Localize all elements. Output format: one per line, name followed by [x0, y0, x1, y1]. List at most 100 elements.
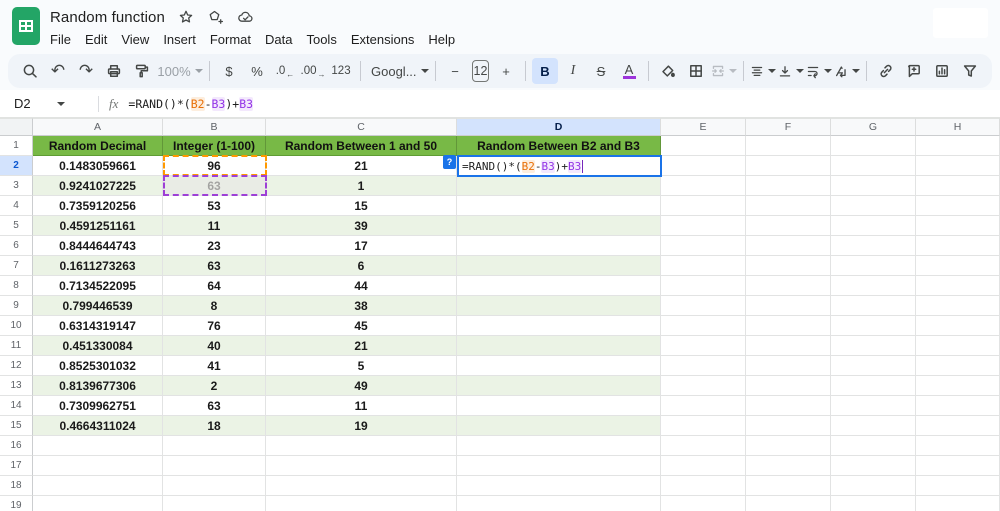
cell-E10[interactable]: [661, 316, 746, 336]
cell-F13[interactable]: [746, 376, 831, 396]
increase-font-icon[interactable]: +: [493, 58, 519, 84]
bold-icon[interactable]: B: [532, 58, 558, 84]
menu-file[interactable]: File: [43, 30, 78, 49]
cell-H13[interactable]: [916, 376, 1000, 396]
text-rotation-icon[interactable]: [834, 58, 860, 84]
insert-chart-icon[interactable]: [929, 58, 955, 84]
name-box[interactable]: D2: [0, 96, 90, 111]
cell-A4[interactable]: 0.7359120256: [33, 196, 163, 216]
cell-G13[interactable]: [831, 376, 916, 396]
cell-B13[interactable]: 2: [163, 376, 266, 396]
column-header-B[interactable]: B: [163, 118, 266, 136]
cell-B15[interactable]: 18: [163, 416, 266, 436]
cell-F10[interactable]: [746, 316, 831, 336]
cell-C17[interactable]: [266, 456, 457, 476]
cell-editor-D2[interactable]: =RAND()*(B2-B3)+B3: [457, 155, 662, 177]
cell-H12[interactable]: [916, 356, 1000, 376]
cell-C12[interactable]: 5: [266, 356, 457, 376]
filter-icon[interactable]: [957, 58, 983, 84]
cell-H3[interactable]: [916, 176, 1000, 196]
cell-C18[interactable]: [266, 476, 457, 496]
cell-E5[interactable]: [661, 216, 746, 236]
cell-H4[interactable]: [916, 196, 1000, 216]
cell-E2[interactable]: [661, 156, 746, 176]
cell-G17[interactable]: [831, 456, 916, 476]
paint-format-icon[interactable]: [129, 58, 155, 84]
cell-A7[interactable]: 0.1611273263: [33, 256, 163, 276]
cell-H10[interactable]: [916, 316, 1000, 336]
cell-E17[interactable]: [661, 456, 746, 476]
cell-A12[interactable]: 0.8525301032: [33, 356, 163, 376]
cell-F19[interactable]: [746, 496, 831, 511]
cell-G18[interactable]: [831, 476, 916, 496]
row-header-3[interactable]: 3: [0, 176, 33, 196]
cell-A1[interactable]: Random Decimal: [33, 136, 163, 156]
row-header-17[interactable]: 17: [0, 456, 33, 476]
star-icon[interactable]: [178, 9, 194, 25]
cell-F1[interactable]: [746, 136, 831, 156]
cell-H5[interactable]: [916, 216, 1000, 236]
cell-A3[interactable]: 0.9241027225: [33, 176, 163, 196]
cell-C6[interactable]: 17: [266, 236, 457, 256]
cell-G8[interactable]: [831, 276, 916, 296]
cell-D18[interactable]: [457, 476, 661, 496]
cell-G2[interactable]: [831, 156, 916, 176]
cell-H17[interactable]: [916, 456, 1000, 476]
vertical-align-icon[interactable]: [778, 58, 804, 84]
decrease-font-icon[interactable]: −: [442, 58, 468, 84]
cell-H14[interactable]: [916, 396, 1000, 416]
horizontal-align-icon[interactable]: [750, 58, 776, 84]
spreadsheet-grid[interactable]: ABCDEFGH1Random DecimalInteger (1-100)Ra…: [0, 118, 1000, 511]
cell-B4[interactable]: 53: [163, 196, 266, 216]
cell-C5[interactable]: 39: [266, 216, 457, 236]
cell-E18[interactable]: [661, 476, 746, 496]
cell-C3[interactable]: 1: [266, 176, 457, 196]
menu-edit[interactable]: Edit: [78, 30, 114, 49]
cell-B18[interactable]: [163, 476, 266, 496]
cell-F16[interactable]: [746, 436, 831, 456]
cell-C14[interactable]: 11: [266, 396, 457, 416]
cell-A16[interactable]: [33, 436, 163, 456]
cell-G3[interactable]: [831, 176, 916, 196]
cell-A15[interactable]: 0.4664311024: [33, 416, 163, 436]
row-header-11[interactable]: 11: [0, 336, 33, 356]
zoom-selector[interactable]: 100%: [157, 58, 203, 84]
cell-G7[interactable]: [831, 256, 916, 276]
cell-F14[interactable]: [746, 396, 831, 416]
menu-insert[interactable]: Insert: [156, 30, 203, 49]
cell-B5[interactable]: 11: [163, 216, 266, 236]
cloud-status-icon[interactable]: [237, 9, 255, 25]
cell-H15[interactable]: [916, 416, 1000, 436]
cell-E9[interactable]: [661, 296, 746, 316]
print-icon[interactable]: [101, 58, 127, 84]
cell-H11[interactable]: [916, 336, 1000, 356]
cell-A10[interactable]: 0.6314319147: [33, 316, 163, 336]
cell-B8[interactable]: 64: [163, 276, 266, 296]
cell-F12[interactable]: [746, 356, 831, 376]
increase-decimal-icon[interactable]: .00→: [300, 58, 326, 84]
cell-G12[interactable]: [831, 356, 916, 376]
cell-G19[interactable]: [831, 496, 916, 511]
cell-D10[interactable]: [457, 316, 661, 336]
cell-E16[interactable]: [661, 436, 746, 456]
text-color-icon[interactable]: A: [616, 58, 642, 84]
column-header-H[interactable]: H: [916, 118, 1000, 136]
cell-A14[interactable]: 0.7309962751: [33, 396, 163, 416]
cell-H6[interactable]: [916, 236, 1000, 256]
cell-B16[interactable]: [163, 436, 266, 456]
row-header-5[interactable]: 5: [0, 216, 33, 236]
cell-F9[interactable]: [746, 296, 831, 316]
cell-G10[interactable]: [831, 316, 916, 336]
cell-G14[interactable]: [831, 396, 916, 416]
fill-color-icon[interactable]: [655, 58, 681, 84]
cell-F11[interactable]: [746, 336, 831, 356]
cell-E12[interactable]: [661, 356, 746, 376]
row-header-12[interactable]: 12: [0, 356, 33, 376]
cell-B2[interactable]: 96: [163, 156, 266, 176]
cell-B1[interactable]: Integer (1-100): [163, 136, 266, 156]
document-title[interactable]: Random function: [50, 9, 165, 26]
cell-F7[interactable]: [746, 256, 831, 276]
cell-B14[interactable]: 63: [163, 396, 266, 416]
cell-G16[interactable]: [831, 436, 916, 456]
currency-icon[interactable]: $: [216, 58, 242, 84]
